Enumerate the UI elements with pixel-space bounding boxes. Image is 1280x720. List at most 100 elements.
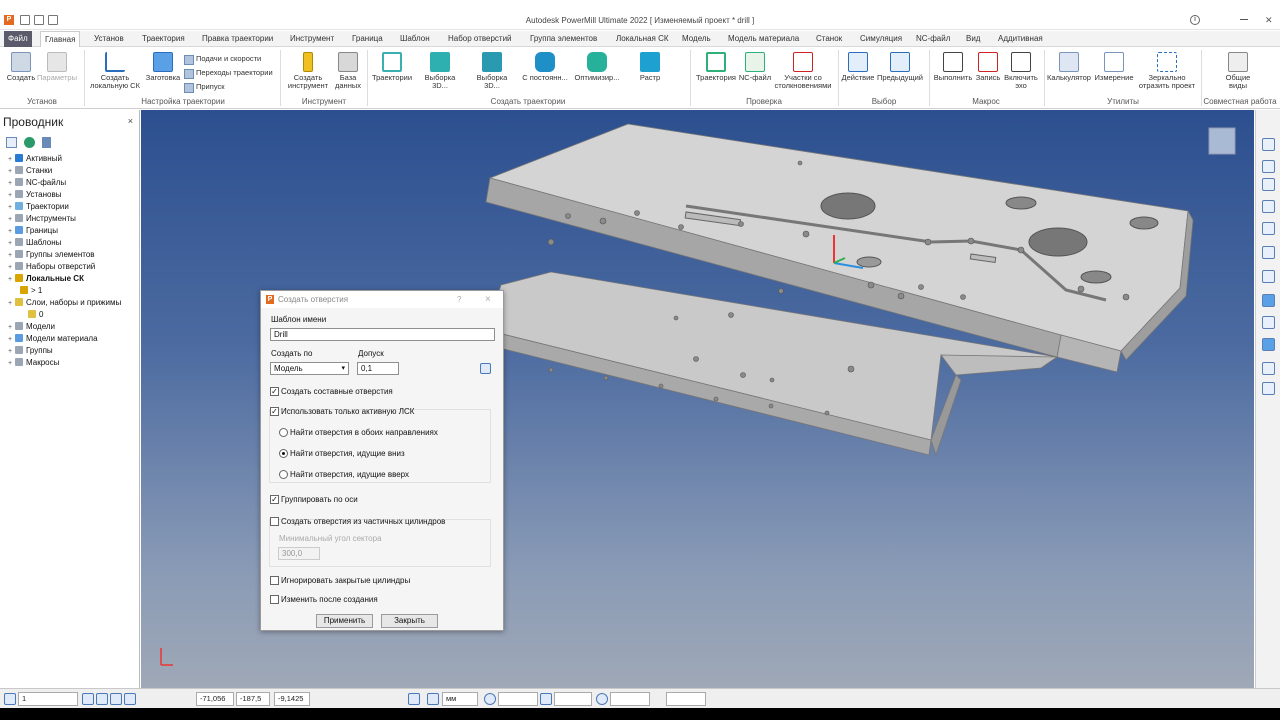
transitions-button[interactable]: Переходы траектории — [184, 67, 273, 79]
dialog-help-icon[interactable]: ? — [457, 291, 461, 308]
explorer-item[interactable]: + Слои, наборы и прижимы — [8, 297, 121, 309]
create-lcs-button[interactable]: Создать локальную СК — [88, 52, 142, 90]
explorer-close-icon[interactable]: × — [128, 116, 133, 126]
close-window-icon[interactable]: ✕ — [1265, 15, 1273, 26]
shared-views-button[interactable]: Общие виды — [1218, 52, 1258, 90]
tolerance-input[interactable]: 0,1 — [357, 362, 399, 375]
zoom-icon[interactable] — [1262, 200, 1275, 213]
tool-b-icon[interactable] — [96, 693, 108, 705]
explorer-item[interactable]: + Модели — [8, 321, 55, 333]
view-top-icon[interactable] — [1262, 178, 1275, 191]
create-setup-button[interactable]: Создать — [6, 52, 36, 82]
select-icon[interactable] — [1262, 362, 1275, 375]
calculator-button[interactable]: Калькулятор — [1046, 52, 1092, 82]
menu-item-2[interactable]: Установ — [90, 31, 128, 47]
explorer-item[interactable]: + Инструменты — [8, 213, 76, 225]
params-button[interactable]: Параметры — [36, 52, 78, 82]
menu-item-3[interactable]: Траектория — [138, 31, 189, 47]
explorer-item[interactable]: + Станки — [8, 165, 52, 177]
angle-icon[interactable] — [540, 693, 552, 705]
optimized-button[interactable]: Оптимизир... — [572, 52, 622, 82]
group-by-axis-checkbox[interactable]: ✓ — [270, 495, 279, 504]
explorer-item[interactable]: + Шаблоны — [8, 237, 61, 249]
ncfile-check-button[interactable]: NC-файл — [738, 52, 772, 82]
menu-item-17[interactable]: Аддитивная — [994, 31, 1047, 47]
explorer-item[interactable]: + Активный — [8, 153, 62, 165]
create-by-select[interactable]: Модель ▾ — [270, 362, 349, 375]
area-clear-3d-button[interactable]: Выборка 3D... — [416, 52, 464, 90]
pointer-icon[interactable] — [1262, 382, 1275, 395]
status-field-1[interactable] — [498, 692, 538, 706]
database-button[interactable]: База данных — [333, 52, 363, 90]
action-button[interactable]: Действие — [840, 52, 876, 82]
explorer-item[interactable]: 0 — [28, 309, 43, 321]
close-button[interactable]: Закрыть — [381, 614, 438, 628]
billet-button[interactable]: Заготовка — [144, 52, 182, 82]
menu-item-11[interactable]: Модель — [678, 31, 715, 47]
menu-item-16[interactable]: Вид — [962, 31, 984, 47]
echo-button[interactable]: Включить эхо — [1002, 52, 1040, 90]
expand-icon[interactable]: + — [8, 274, 15, 286]
explorer-refresh-icon[interactable] — [24, 137, 35, 148]
measure-button[interactable]: Измерение — [1092, 52, 1136, 82]
layer-select[interactable]: 1 — [18, 692, 78, 706]
explorer-delete-icon[interactable] — [42, 137, 51, 148]
ruler-icon[interactable] — [427, 693, 439, 705]
expand-icon[interactable]: + — [8, 358, 15, 370]
plain-shade-icon[interactable] — [1262, 338, 1275, 351]
menu-item-10[interactable]: Локальная СК — [612, 31, 673, 47]
menu-item-8[interactable]: Набор отверстий — [444, 31, 516, 47]
tool-d-icon[interactable] — [124, 693, 136, 705]
raster-button[interactable]: Растр — [630, 52, 670, 82]
status-field-3[interactable] — [610, 692, 650, 706]
menu-item-9[interactable]: Группа элементов — [526, 31, 601, 47]
zoom-in-icon[interactable] — [1262, 246, 1275, 259]
menu-item-7[interactable]: Шаблон — [396, 31, 434, 47]
explorer-item[interactable]: + Группы — [8, 345, 53, 357]
collisions-button[interactable]: Участки со столкновениями — [772, 52, 834, 90]
mirror-button[interactable]: Зеркально отразить проект — [1136, 52, 1198, 90]
explorer-item[interactable]: + NC-файлы — [8, 177, 66, 189]
menu-item-1[interactable]: Главная — [40, 31, 81, 47]
edit-after-checkbox[interactable] — [270, 595, 279, 604]
minimize-icon[interactable] — [1240, 19, 1248, 20]
explorer-item[interactable]: + Траектории — [8, 201, 69, 213]
grid-icon[interactable] — [408, 693, 420, 705]
expand-icon[interactable]: + — [8, 298, 15, 310]
view-iso-icon[interactable] — [1262, 138, 1275, 151]
diameter-icon[interactable] — [596, 693, 608, 705]
explorer-item[interactable]: > 1 — [20, 285, 42, 297]
wireframe-icon[interactable] — [1262, 316, 1275, 329]
units-field[interactable]: мм — [442, 692, 478, 706]
active-lcs-checkbox[interactable]: ✓ — [270, 407, 279, 416]
menu-file[interactable]: Файл — [4, 31, 32, 47]
zoom-box-icon[interactable] — [1262, 222, 1275, 235]
zoom-out-icon[interactable] — [1262, 270, 1275, 283]
menu-item-4[interactable]: Правка траектории — [198, 31, 277, 47]
allowance-button[interactable]: Припуск — [184, 81, 225, 93]
up-radio[interactable] — [279, 470, 288, 479]
name-template-input[interactable]: Drill — [270, 328, 495, 341]
help-icon[interactable]: i — [1190, 15, 1200, 25]
tool-c-icon[interactable] — [110, 693, 122, 705]
menu-item-12[interactable]: Модель материала — [724, 31, 803, 47]
record-macro-button[interactable]: Запись — [974, 52, 1002, 82]
status-field-4[interactable] — [666, 692, 706, 706]
menu-item-14[interactable]: Симуляция — [856, 31, 906, 47]
apply-button[interactable]: Применить — [316, 614, 373, 628]
create-tool-button[interactable]: Создать инструмент — [284, 52, 332, 90]
dialog-close-icon[interactable]: × — [485, 291, 491, 308]
view-front-icon[interactable] — [1262, 160, 1275, 173]
traj-check-button[interactable]: Траектория — [694, 52, 738, 82]
explorer-item[interactable]: + Модели материала — [8, 333, 98, 345]
down-radio[interactable] — [279, 449, 288, 458]
explorer-item[interactable]: + Установы — [8, 189, 61, 201]
area-clear-3d-button-2[interactable]: Выборка 3D... — [468, 52, 516, 90]
compound-holes-checkbox[interactable]: ✓ — [270, 387, 279, 396]
tolerance-options-icon[interactable] — [480, 363, 491, 374]
run-macro-button[interactable]: Выполнить — [932, 52, 974, 82]
menu-item-13[interactable]: Станок — [812, 31, 846, 47]
partial-cylinders-checkbox[interactable] — [270, 517, 279, 526]
feeds-button[interactable]: Подачи и скорости — [184, 53, 261, 65]
layer-icon[interactable] — [4, 693, 16, 705]
